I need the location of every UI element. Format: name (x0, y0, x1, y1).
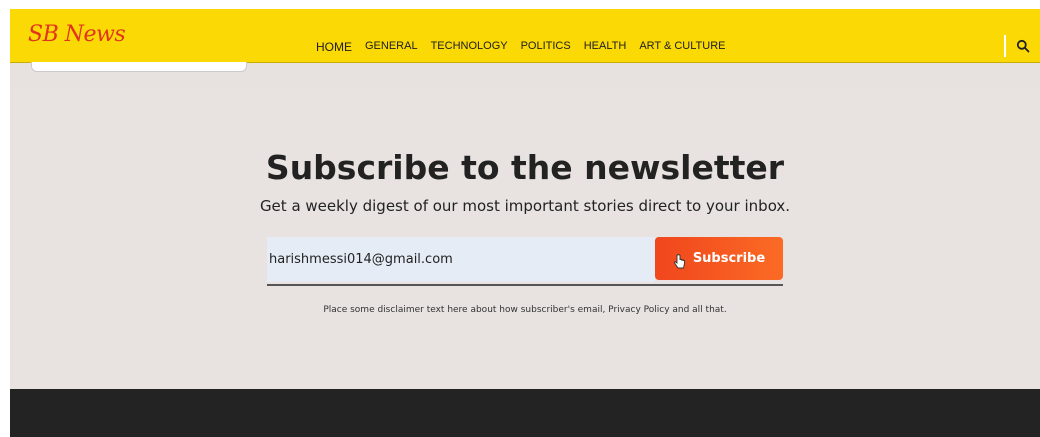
subscribe-button[interactable]: Subscribe (655, 237, 783, 280)
nav-item-home[interactable]: HOME (316, 40, 352, 54)
page: SB News HOME GENERAL TECHNOLOGY POLITICS… (10, 9, 1040, 437)
nav-item-health[interactable]: HEALTH (584, 40, 627, 54)
nav-item-art-culture[interactable]: ART & CULTURE (639, 40, 725, 54)
email-input[interactable] (267, 237, 655, 282)
main-nav: HOME GENERAL TECHNOLOGY POLITICS HEALTH … (316, 40, 739, 54)
footer (10, 389, 1040, 437)
search-button[interactable] (1004, 35, 1040, 57)
newsletter-title: Subscribe to the newsletter (265, 148, 785, 187)
subscribe-form: Subscribe (267, 237, 783, 286)
nav-item-politics[interactable]: POLITICS (521, 40, 571, 54)
card-bottom-edge (31, 62, 247, 72)
nav-item-general[interactable]: GENERAL (365, 40, 418, 54)
search-icon (1016, 39, 1030, 53)
subscribe-button-label: Subscribe (692, 251, 766, 266)
top-navbar: SB News HOME GENERAL TECHNOLOGY POLITICS… (10, 9, 1040, 63)
newsletter-subtitle: Get a weekly digest of our most importan… (259, 197, 791, 215)
site-logo[interactable]: SB News (28, 22, 126, 47)
nav-item-technology[interactable]: TECHNOLOGY (431, 40, 508, 54)
hand-cursor-icon (673, 253, 685, 268)
disclaimer-text: Place some disclaimer text here about ho… (323, 305, 727, 315)
